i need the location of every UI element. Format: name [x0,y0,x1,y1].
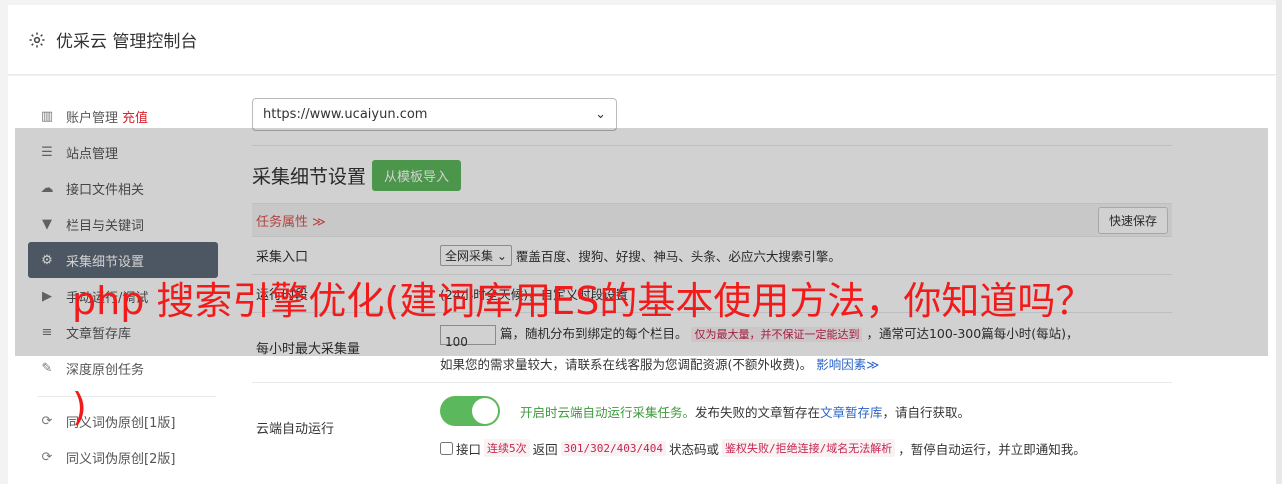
api-pause-checkbox[interactable] [440,441,453,455]
page: 优采云 管理控制台 ▥ 账户管理 充值 ☰ 站点管理 ☁ 接口文件相关 ▼ 栏目… [0,0,1282,484]
sidebar-divider [38,396,216,397]
row-label: 云端自动运行 [256,421,335,437]
api-text: 返回 [532,441,558,457]
cloud-auto-run-toggle[interactable] [440,396,500,426]
overlay-title-paren: ) [72,385,87,429]
article-store-link[interactable]: 文章暂存库 [820,405,883,420]
chevron-down-icon: ⌄ [595,107,606,122]
scrollbar[interactable] [1276,0,1282,484]
api-code: 鉴权失败/拒绝连接/域名无法解析 [722,439,896,457]
bar-chart-icon: ▥ [40,108,54,124]
api-text: ，暂停自动运行，并立即通知我。 [898,441,1086,457]
cloud-toggle-line: 开启时云端自动运行采集任务。发布失败的文章暂存在文章暂存库，请自行获取。 [440,389,1172,433]
sidebar-item-label: 同义词伪原创[2版] [66,451,176,467]
site-select[interactable]: https://www.ucaiyun.com ⌄ [252,98,617,131]
edit-icon: ✎ [41,360,53,376]
api-text: 接口 [456,441,482,457]
cloud-text: 发布失败的文章暂存在 [695,404,821,420]
overlay-title: php 搜索引擎优化(建词库用ES的基本使用方法，你知道吗？ [72,279,1094,323]
cloud-text: 开启时云端自动运行采集任务。 [520,404,696,420]
sidebar-item-label: 账户管理 [66,110,119,126]
cloud-text: ，请自行获取。 [882,404,971,420]
sidebar-item-synonym-v1[interactable]: ⟳ 同义词伪原创[1版] [28,403,218,439]
api-text: 状态码或 [669,441,720,457]
page-title: 优采云 管理控制台 [56,32,198,52]
api-code: 连续5次 [484,439,530,457]
gear-icon [29,32,45,47]
refresh-icon: ⟳ [41,413,53,429]
recharge-link[interactable]: 充值 [122,107,148,126]
influence-factors-link[interactable]: 影响因素≫ [816,357,879,372]
sidebar-item-synonym-v2[interactable]: ⟳ 同义词伪原创[2版] [28,439,218,475]
row-value: 开启时云端自动运行采集任务。发布失败的文章暂存在文章暂存库，请自行获取。 接口 … [440,383,1172,471]
api-code: 301/302/403/404 [560,440,666,456]
refresh-icon: ⟳ [41,449,53,465]
site-select-value: https://www.ucaiyun.com [263,107,428,122]
row-cloud: 云端自动运行 开启时云端自动运行采集任务。发布失败的文章暂存在文章暂存库，请自行… [252,383,1172,471]
sidebar-item-label: 深度原创任务 [66,362,145,378]
api-line: 接口 连续5次 返回 301/302/403/404 状态码或 鉴权失败/拒绝连… [440,433,1172,463]
top-header: 优采云 管理控制台 [8,5,1276,75]
hourly-text: 如果您的需求量较大，请联系在线客服为您调配资源(不额外收费)。 [440,357,813,372]
